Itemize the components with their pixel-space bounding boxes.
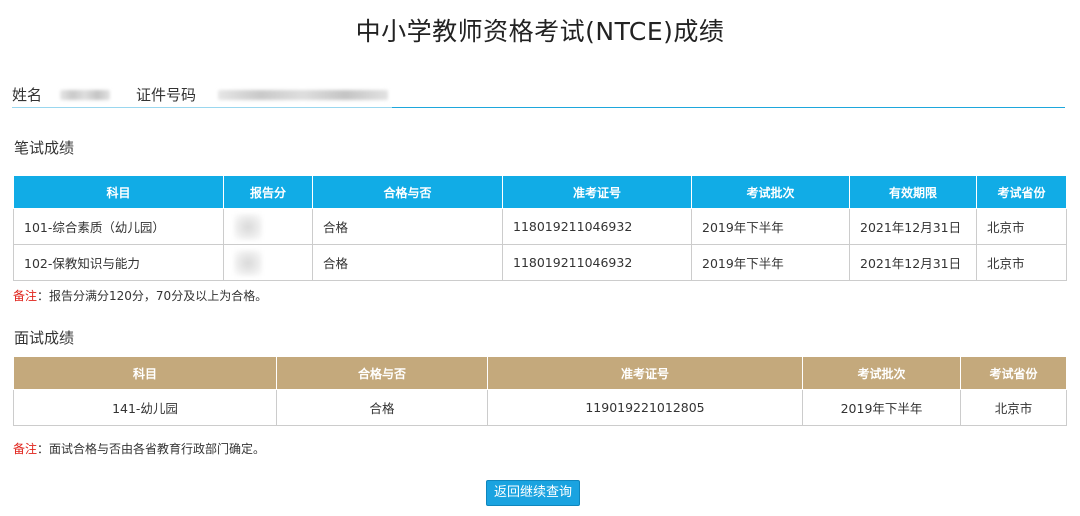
score-blur	[234, 213, 262, 240]
cell-ticket: 119019221012805	[487, 389, 803, 426]
col-ticket: 准考证号	[487, 356, 803, 390]
cell-province: 北京市	[976, 208, 1067, 245]
cell-subject: 101-综合素质（幼儿园）	[13, 208, 224, 245]
note-text: ：报告分满分120分，70分及以上为合格。	[37, 289, 268, 303]
cell-batch: 2019年下半年	[802, 389, 961, 426]
written-section-title: 笔试成绩	[14, 139, 75, 157]
col-pass: 合格与否	[276, 356, 488, 390]
table-row: 101-综合素质（幼儿园） 合格 118019211046932 2019年下半…	[13, 208, 1067, 245]
cell-ticket: 118019211046932	[502, 208, 692, 245]
cell-subject: 102-保教知识与能力	[13, 244, 224, 281]
cell-batch: 2019年下半年	[691, 208, 850, 245]
note-label: 备注	[13, 442, 38, 456]
col-province: 考试省份	[976, 175, 1067, 209]
id-number-value-redacted	[218, 90, 388, 100]
interview-section-title: 面试成绩	[14, 329, 75, 347]
name-value-redacted	[60, 90, 110, 100]
page-title: 中小学教师资格考试(NTCE)成绩	[355, 17, 725, 46]
written-score-table: 科目 报告分 合格与否 准考证号 考试批次 有效期限 考试省份 101-综合素质…	[13, 175, 1067, 281]
cell-ticket: 118019211046932	[502, 244, 692, 281]
cell-province: 北京市	[976, 244, 1067, 281]
identity-bar: 姓名 证件号码	[12, 80, 1065, 108]
id-number-label: 证件号码	[136, 86, 197, 104]
col-subject: 科目	[13, 175, 224, 209]
col-batch: 考试批次	[691, 175, 850, 209]
col-batch: 考试批次	[802, 356, 961, 390]
score-blur	[234, 249, 262, 276]
table-row: 102-保教知识与能力 合格 118019211046932 2019年下半年 …	[13, 244, 1067, 281]
col-pass: 合格与否	[312, 175, 503, 209]
cell-valid-until: 2021年12月31日	[849, 244, 977, 281]
col-report-score: 报告分	[223, 175, 313, 209]
cell-province: 北京市	[960, 389, 1067, 426]
interview-score-table: 科目 合格与否 准考证号 考试批次 考试省份 141-幼儿园 合格 119019…	[13, 356, 1067, 426]
cell-valid-until: 2021年12月31日	[849, 208, 977, 245]
name-label: 姓名	[12, 86, 43, 104]
note-label: 备注	[13, 289, 38, 303]
col-subject: 科目	[13, 356, 277, 390]
cell-batch: 2019年下半年	[691, 244, 850, 281]
identity-underline	[12, 107, 392, 108]
written-note: 备注：报告分满分120分，70分及以上为合格。	[13, 287, 267, 304]
col-valid-until: 有效期限	[849, 175, 977, 209]
cell-pass: 合格	[312, 244, 503, 281]
interview-note: 备注：面试合格与否由各省教育行政部门确定。	[13, 440, 265, 457]
written-header-row: 科目 报告分 合格与否 准考证号 考试批次 有效期限 考试省份	[13, 175, 1067, 209]
table-row: 141-幼儿园 合格 119019221012805 2019年下半年 北京市	[13, 389, 1067, 426]
note-text: ：面试合格与否由各省教育行政部门确定。	[37, 442, 266, 456]
cell-score-redacted	[223, 208, 313, 245]
cell-subject: 141-幼儿园	[13, 389, 277, 426]
col-ticket: 准考证号	[502, 175, 692, 209]
cell-pass: 合格	[276, 389, 488, 426]
back-to-query-button[interactable]: 返回继续查询	[486, 480, 580, 506]
interview-header-row: 科目 合格与否 准考证号 考试批次 考试省份	[13, 356, 1067, 390]
cell-pass: 合格	[312, 208, 503, 245]
col-province: 考试省份	[960, 356, 1067, 390]
cell-score-redacted	[223, 244, 313, 281]
